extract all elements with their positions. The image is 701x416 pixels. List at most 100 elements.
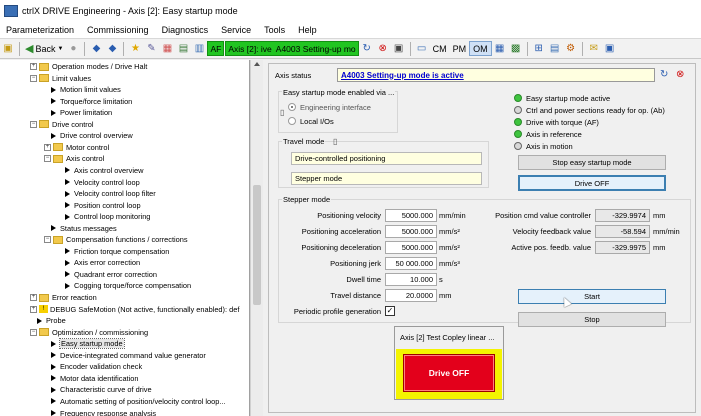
led-easy-startup-active xyxy=(514,94,522,102)
positioning-velocity-unit: mm/min xyxy=(439,211,466,220)
chart-icon[interactable]: ▤ xyxy=(548,42,562,56)
refresh-icon[interactable]: ↻ xyxy=(360,42,374,56)
periodic-profile-label: Periodic profile generation xyxy=(293,307,381,316)
popup-drive-off-button[interactable]: Drive OFF xyxy=(403,354,495,392)
tree-item[interactable]: Position control loop xyxy=(63,200,141,211)
tree-item[interactable]: Frequency response analysis xyxy=(49,408,156,416)
menu-diagnostics[interactable]: Diagnostics xyxy=(156,25,216,35)
tree-item-selected[interactable]: Easy startup mode xyxy=(49,338,125,350)
positioning-acceleration-input[interactable]: 5000.000 xyxy=(385,225,437,238)
menu-commissioning[interactable]: Commissioning xyxy=(81,25,156,35)
folder-icon xyxy=(53,143,63,152)
tools-icon[interactable]: ✎ xyxy=(144,42,158,56)
cm-mode-button[interactable]: CM xyxy=(430,41,450,56)
nav-up-icon[interactable]: ◆ xyxy=(105,42,119,56)
stop-easy-startup-button[interactable]: Stop easy startup mode xyxy=(518,155,666,170)
tree-item[interactable]: Encoder validation check xyxy=(49,361,142,372)
error-icon[interactable]: ⊗ xyxy=(376,42,390,56)
parameters-icon[interactable]: ▥ xyxy=(192,42,206,56)
tree-item[interactable]: Power limitation xyxy=(49,107,112,118)
device-icon[interactable]: ▣ xyxy=(392,42,406,56)
tree-item[interactable]: Status messages xyxy=(49,223,117,234)
drive-off-button[interactable]: Drive OFF xyxy=(518,175,666,191)
menu-help[interactable]: Help xyxy=(292,25,324,35)
tree-item[interactable]: Velocity control loop xyxy=(63,177,140,188)
pm-mode-button[interactable]: PM xyxy=(450,41,470,56)
tree-scrollbar[interactable] xyxy=(250,60,263,416)
back-button[interactable]: ◀ Back ▼ xyxy=(23,41,65,57)
tree-item[interactable]: Cogging torque/force compensation xyxy=(63,280,191,291)
expand-icon[interactable]: + xyxy=(30,294,37,301)
tree-item[interactable]: Friction torque compensation xyxy=(63,246,169,257)
panel-icon[interactable]: ▭ xyxy=(415,42,429,56)
tree-item-label: Axis error correction xyxy=(74,258,141,268)
tree-item[interactable]: Torque/force limitation xyxy=(49,96,132,107)
tree-item[interactable]: − Axis control xyxy=(44,153,104,164)
collapse-icon[interactable]: − xyxy=(44,155,51,163)
axis-status-value[interactable]: A4003 Setting-up mode is active xyxy=(341,71,464,80)
tree-item[interactable]: Automatic setting of position/velocity c… xyxy=(49,396,226,407)
collapse-icon[interactable]: − xyxy=(30,328,37,336)
travel-mode-drive-controlled[interactable]: Drive-controlled positioning xyxy=(291,152,482,165)
tree-item[interactable]: − Drive control xyxy=(30,119,93,130)
help-icon[interactable]: ▣ xyxy=(603,42,617,56)
axis-status-field: A4003 Setting-up mode is active xyxy=(337,68,655,82)
menu-service[interactable]: Service xyxy=(215,25,258,35)
tree-item[interactable]: − Compensation functions / corrections xyxy=(44,234,188,245)
expand-icon[interactable]: + xyxy=(30,305,37,313)
dwell-time-input[interactable]: 10.000 xyxy=(385,273,437,286)
tree-item[interactable]: + Motor control xyxy=(44,142,109,153)
mail-icon[interactable]: ✉ xyxy=(587,42,601,56)
tree-item[interactable]: + Operation modes / Drive Halt xyxy=(30,61,147,72)
expand-icon[interactable]: + xyxy=(44,143,51,151)
positioning-velocity-input[interactable]: 5000.000 xyxy=(385,209,437,222)
favorite-icon[interactable]: ★ xyxy=(128,42,142,56)
scrollbar-thumb[interactable] xyxy=(253,185,261,305)
start-button[interactable]: Start xyxy=(518,289,666,304)
positioning-deceleration-input[interactable]: 5000.000 xyxy=(385,241,437,254)
collapse-icon[interactable]: − xyxy=(30,74,37,82)
tree-item[interactable]: + Error reaction xyxy=(30,292,97,303)
stop-button[interactable]: Stop xyxy=(518,312,666,327)
tree-item[interactable]: Quadrant error correction xyxy=(63,269,157,280)
menu-tools[interactable]: Tools xyxy=(258,25,292,35)
collapse-icon[interactable]: − xyxy=(44,236,51,244)
positioning-jerk-input[interactable]: 50 000.000 xyxy=(385,257,437,270)
travel-mode-stepper[interactable]: Stepper mode xyxy=(291,172,482,185)
forward-icon[interactable]: ● xyxy=(66,42,80,56)
calendar-icon[interactable]: ▦ xyxy=(160,42,174,56)
tree-item[interactable]: +! DEBUG SafeMotion (Not active, function… xyxy=(30,304,239,315)
tree-item[interactable]: Motor data identification xyxy=(49,373,138,384)
collapse-icon[interactable]: − xyxy=(30,120,37,128)
tree-item[interactable]: Velocity control loop filter xyxy=(63,188,156,199)
tree-item[interactable]: Drive control overview xyxy=(49,130,133,141)
om-mode-button[interactable]: OM xyxy=(469,41,492,56)
tree-item[interactable]: Probe xyxy=(35,315,66,326)
tree-item[interactable]: Characteristic curve of drive xyxy=(49,384,152,395)
network-icon[interactable]: ⊞ xyxy=(532,42,546,56)
tree-item[interactable]: Motion limit values xyxy=(49,84,121,95)
scroll-up-icon[interactable] xyxy=(254,62,260,66)
clear-error-icon[interactable]: ⊗ xyxy=(676,69,684,80)
grid-icon[interactable]: ▤ xyxy=(176,42,190,56)
monitor-icon[interactable]: ▦ xyxy=(493,42,507,56)
tree-item[interactable]: Axis error correction xyxy=(63,257,140,268)
expand-icon[interactable]: + xyxy=(30,63,37,70)
travel-distance-input[interactable]: 20.0000 xyxy=(385,289,437,302)
menu-parameterization[interactable]: Parameterization xyxy=(0,25,81,35)
axis-indicator: Axis [2]: ive A4003 Setting-up mo xyxy=(225,41,359,56)
periodic-profile-checkbox[interactable]: ✓ xyxy=(385,306,395,316)
travel-distance-label: Travel distance xyxy=(330,291,381,300)
up-folder-icon[interactable]: ▣ xyxy=(1,42,15,56)
refresh-status-icon[interactable]: ↻ xyxy=(660,69,668,80)
tree-item[interactable]: Control loop monitoring xyxy=(63,211,150,222)
oscilloscope-icon[interactable]: ▩ xyxy=(509,42,523,56)
tree-item[interactable]: Device-integrated command value generato… xyxy=(49,350,206,361)
settings-icon[interactable]: ⚙ xyxy=(564,42,578,56)
tree-item[interactable]: − Limit values xyxy=(30,73,91,84)
tree-item[interactable]: Axis control overview xyxy=(63,165,143,176)
radio-local-ios[interactable] xyxy=(288,117,296,125)
tree-item[interactable]: − Optimization / commissioning xyxy=(30,327,148,338)
radio-engineering-interface[interactable] xyxy=(288,103,296,111)
nav-down-icon[interactable]: ◆ xyxy=(89,42,103,56)
